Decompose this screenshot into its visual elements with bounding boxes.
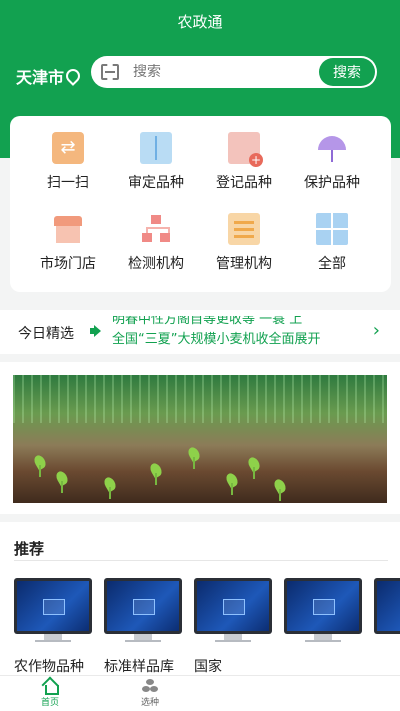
- quick-menu-scan[interactable]: 扫一扫: [24, 132, 112, 192]
- quick-menu-all[interactable]: 全部: [288, 213, 376, 273]
- tab-seed-selection[interactable]: 选种: [120, 679, 180, 708]
- tab-home-label: 首页: [40, 698, 59, 708]
- monitor-thumbnail: [104, 578, 182, 634]
- quick-menu-grid: 扫一扫 审定品种 登记品种 保护品种 市场门店 检测机构 管理机构 全部: [24, 132, 376, 273]
- bottom-tab-bar: 首页 选种: [0, 675, 400, 711]
- quick-menu-protected-varieties[interactable]: 保护品种: [288, 132, 376, 192]
- monitor-thumbnail: [374, 578, 400, 634]
- org-chart-icon: [140, 213, 172, 245]
- news-ticker[interactable]: 今日精选 明春中性方阁自等更收等 一蓑 上 全国“三夏”大规模小麦机收全面展开 …: [0, 310, 400, 354]
- quick-menu-card: 扫一扫 审定品种 登记品种 保护品种 市场门店 检测机构 管理机构 全部: [10, 116, 391, 292]
- banner-image[interactable]: [13, 375, 387, 503]
- sprout-icon: [151, 463, 161, 485]
- register-form-icon: [228, 132, 263, 167]
- search-input[interactable]: [133, 64, 319, 80]
- quick-menu-market-stores[interactable]: 市场门店: [24, 213, 112, 273]
- recommend-item-label: 农作物品种: [14, 659, 84, 675]
- quick-menu-label: 管理机构: [216, 256, 272, 272]
- sprout-icon: [105, 477, 115, 499]
- ticker-headline: 明春中性方阁自等更收等 一蓑 上: [112, 316, 303, 327]
- recommend-item[interactable]: 农作物品种: [14, 578, 92, 675]
- recommend-section: 推荐 农作物品种 标准样品库 国家: [0, 522, 400, 675]
- quick-menu-label: 检测机构: [128, 256, 184, 272]
- scan-refresh-icon: [52, 132, 84, 164]
- newspaper-icon: [228, 213, 260, 245]
- home-icon: [42, 679, 59, 695]
- city-label: 天津市: [16, 68, 65, 87]
- sprout-icon: [189, 447, 199, 469]
- location-pin-icon: [66, 69, 77, 83]
- recommend-item[interactable]: 标准样品库: [104, 578, 182, 675]
- book-icon: [140, 132, 172, 164]
- chevron-right-icon[interactable]: ›: [373, 320, 380, 341]
- sprout-icon: [249, 457, 259, 479]
- monitor-thumbnail: [284, 578, 362, 634]
- umbrella-icon: [316, 132, 348, 164]
- recommend-item[interactable]: [374, 578, 400, 634]
- quick-menu-label: 审定品种: [128, 175, 184, 191]
- tab-seed-label: 选种: [140, 698, 159, 708]
- banner-light: [13, 375, 387, 423]
- sprout-icon: [227, 473, 237, 495]
- banner-section: [0, 362, 400, 514]
- quick-menu-label: 全部: [318, 256, 346, 272]
- quick-menu-label: 扫一扫: [47, 175, 89, 191]
- recommend-item[interactable]: [284, 578, 362, 642]
- app-title: 农政通: [177, 13, 223, 31]
- quick-menu-label: 登记品种: [216, 175, 272, 191]
- sprout-icon: [57, 471, 67, 493]
- store-icon: [52, 213, 84, 245]
- tab-home[interactable]: 首页: [20, 679, 80, 708]
- recommend-title: 推荐: [14, 540, 45, 558]
- quick-menu-label: 保护品种: [304, 175, 360, 191]
- quick-menu-management-agencies[interactable]: 管理机构: [200, 213, 288, 273]
- grid-icon: [316, 213, 348, 245]
- scan-icon[interactable]: [101, 64, 119, 80]
- search-bar: 搜索: [91, 56, 377, 88]
- divider: [14, 560, 388, 561]
- seeds-icon: [142, 679, 158, 693]
- search-button[interactable]: 搜索: [319, 58, 375, 86]
- quick-menu-registered-varieties[interactable]: 登记品种: [200, 132, 288, 192]
- recommend-item-label: 标准样品库: [104, 659, 174, 675]
- quick-menu-testing-agencies[interactable]: 检测机构: [112, 213, 200, 273]
- recommend-item[interactable]: 国家: [194, 578, 272, 675]
- sprout-icon: [275, 479, 285, 501]
- monitor-thumbnail: [14, 578, 92, 634]
- ticker-title: 今日精选: [18, 326, 74, 342]
- recommend-item-label: 国家: [194, 659, 222, 675]
- ticker-headlines[interactable]: 明春中性方阁自等更收等 一蓑 上 全国“三夏”大规模小麦机收全面展开: [112, 316, 362, 348]
- quick-menu-label: 市场门店: [40, 256, 96, 272]
- monitor-thumbnail: [194, 578, 272, 634]
- speaker-icon: [90, 325, 102, 337]
- sprout-icon: [35, 455, 45, 477]
- quick-menu-approved-varieties[interactable]: 审定品种: [112, 132, 200, 192]
- ticker-headline: 全国“三夏”大规模小麦机收全面展开: [112, 332, 321, 347]
- city-selector[interactable]: 天津市: [16, 64, 77, 88]
- recommend-list[interactable]: 农作物品种 标准样品库 国家: [14, 578, 400, 675]
